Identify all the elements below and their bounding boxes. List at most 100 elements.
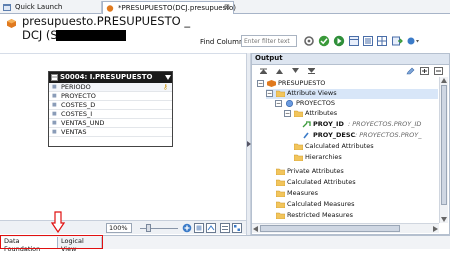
column-name: PROYECTO <box>61 92 96 100</box>
output-panel: Output − PRESUPUESTO − Attribute Views −… <box>251 53 450 235</box>
tree-toggle[interactable]: − <box>266 90 273 97</box>
tab-presupuesto-editor[interactable]: *PRESUPUESTO(DCJ.presupuesto) ⊠ <box>102 1 236 15</box>
scroll-right-icon[interactable] <box>433 226 438 232</box>
validate-icon[interactable] <box>318 35 330 47</box>
folder-icon <box>294 110 303 117</box>
column-row-costes-d[interactable]: ■ COSTES_D <box>49 101 172 110</box>
table-icon <box>51 74 58 81</box>
column-name: PERIODO <box>61 83 91 91</box>
tree-node-measures[interactable]: Measures <box>276 189 436 199</box>
quick-launch-icon <box>3 4 11 11</box>
tree-node-hierarchies[interactable]: Hierarchies <box>294 153 434 163</box>
close-tab-icon[interactable]: ⊠ <box>224 3 230 11</box>
tree-node-calculated-attributes[interactable]: Calculated Attributes <box>294 142 434 152</box>
scroll-left-icon[interactable] <box>253 226 258 232</box>
scroll-down-icon[interactable] <box>441 217 447 222</box>
folder-icon <box>276 212 285 219</box>
page-title-line1: presupuesto.PRESUPUESTO _ <box>22 14 191 28</box>
tree-node-attributes[interactable]: − Attributes <box>284 109 434 119</box>
scroll-up-icon[interactable] <box>441 78 447 83</box>
auto-layout-icon[interactable] <box>206 223 216 233</box>
column-row-costes-i[interactable]: ■ COSTES_I <box>49 110 172 119</box>
tree-node-presupuesto[interactable]: − PRESUPUESTO <box>257 79 437 89</box>
column-name: COSTES_I <box>61 110 93 118</box>
tab-quick-launch-label: Quick Launch <box>15 3 63 11</box>
tree-node-private-attributes[interactable]: Private Attributes <box>276 167 436 177</box>
tree-node-proy-desc[interactable]: PROY_DESC : PROYECTOS.PROY_ <box>302 131 438 141</box>
tree-node-proy-id[interactable]: PROY_ID : PROYECTOS.PROY_ID <box>302 120 438 130</box>
folder-icon <box>294 154 303 161</box>
collapse-icon[interactable] <box>165 75 171 80</box>
tree-node-label: Calculated Attributes <box>305 142 374 150</box>
column-type-icon: ■ <box>52 120 57 126</box>
zoom-level-field[interactable]: 100% <box>106 223 132 233</box>
data-preview-icon[interactable] <box>348 35 360 47</box>
highlight-icon[interactable] <box>220 223 230 233</box>
editor-header: presupuesto.PRESUPUESTO _ DCJ (S000 Find… <box>0 14 450 53</box>
show-all-icon[interactable] <box>232 223 242 233</box>
tree-node-source: : PROYECTOS.PROY_ <box>355 131 422 139</box>
folder-icon <box>276 179 285 186</box>
dropdown-menu-icon[interactable] <box>406 35 420 47</box>
table-node[interactable]: S0004: I.PRESUPUESTO ■ PERIODO ⚷ ■ PROYE… <box>48 71 173 147</box>
find-column-input[interactable] <box>241 35 297 47</box>
move-down-icon[interactable] <box>292 68 299 74</box>
tree-node-label: PRESUPUESTO <box>278 79 326 87</box>
annotation-arrow-icon <box>51 211 65 233</box>
view-icon <box>286 100 293 107</box>
move-bottom-icon[interactable] <box>308 68 315 74</box>
cube-icon <box>7 19 16 28</box>
expand-all-icon[interactable] <box>420 67 429 75</box>
zoom-in-icon[interactable] <box>182 223 192 233</box>
cube-icon <box>267 80 276 87</box>
tree-toggle[interactable]: − <box>257 80 264 87</box>
tree-node-restricted-measures[interactable]: Restricted Measures <box>276 211 436 221</box>
column-row-ventas-und[interactable]: ■ VENTAS_UND <box>49 119 172 128</box>
column-name: COSTES_D <box>61 101 96 109</box>
activate-icon[interactable] <box>333 35 345 47</box>
column-row-periodo[interactable]: ■ PERIODO ⚷ <box>49 83 172 92</box>
show-properties-icon[interactable] <box>362 35 374 47</box>
tree-node-calculated-measures[interactable]: Calculated Measures <box>276 200 436 210</box>
output-horizontal-scrollbar[interactable] <box>252 223 439 233</box>
edit-icon[interactable] <box>406 67 415 75</box>
tree-node-calculated-attributes-top[interactable]: Calculated Attributes <box>276 178 436 188</box>
move-top-icon[interactable] <box>260 68 267 74</box>
editor-tab-strip: Quick Launch *PRESUPUESTO(DCJ.presupuest… <box>0 0 450 15</box>
output-toolbar <box>252 65 449 77</box>
collapse-all-icon[interactable] <box>434 67 443 75</box>
move-up-icon[interactable] <box>276 68 283 74</box>
tree-node-proyectos[interactable]: − PROYECTOS <box>275 99 435 109</box>
table-view-icon[interactable] <box>376 35 388 47</box>
tree-node-attribute-views[interactable]: − Attribute Views <box>266 89 438 99</box>
fit-to-window-icon[interactable] <box>194 223 204 233</box>
tree-node-label: Calculated Measures <box>287 200 355 208</box>
tab-quick-launch[interactable]: Quick Launch <box>0 1 102 14</box>
redacted-block <box>56 30 126 41</box>
column-row-ventas[interactable]: ■ VENTAS <box>49 128 172 137</box>
scroll-thumb[interactable] <box>441 85 447 205</box>
key-icon: ⚷ <box>162 83 168 91</box>
tree-node-label: Hierarchies <box>305 153 342 161</box>
find-column-label: Find Column <box>200 38 244 46</box>
tree-node-label: PROY_ID <box>313 120 344 128</box>
zoom-slider-handle[interactable] <box>146 224 151 232</box>
settings-icon[interactable] <box>303 35 315 47</box>
export-icon[interactable] <box>391 35 403 47</box>
data-foundation-canvas[interactable]: S0004: I.PRESUPUESTO ■ PERIODO ⚷ ■ PROYE… <box>0 53 246 220</box>
scroll-thumb[interactable] <box>260 225 400 232</box>
folder-icon <box>276 168 285 175</box>
column-type-icon: ■ <box>52 93 57 99</box>
folder-icon <box>276 90 285 97</box>
tree-toggle[interactable]: − <box>284 110 291 117</box>
output-vertical-scrollbar[interactable] <box>439 77 448 223</box>
tree-toggle[interactable]: − <box>275 100 282 107</box>
output-panel-title: Output <box>252 54 449 65</box>
column-name: VENTAS_UND <box>61 119 105 127</box>
table-node-header[interactable]: S0004: I.PRESUPUESTO <box>49 72 172 83</box>
folder-icon <box>276 190 285 197</box>
column-row-proyecto[interactable]: ■ PROYECTO <box>49 92 172 101</box>
column-name: VENTAS <box>61 128 87 136</box>
column-type-icon: ■ <box>52 129 57 135</box>
folder-icon <box>294 143 303 150</box>
